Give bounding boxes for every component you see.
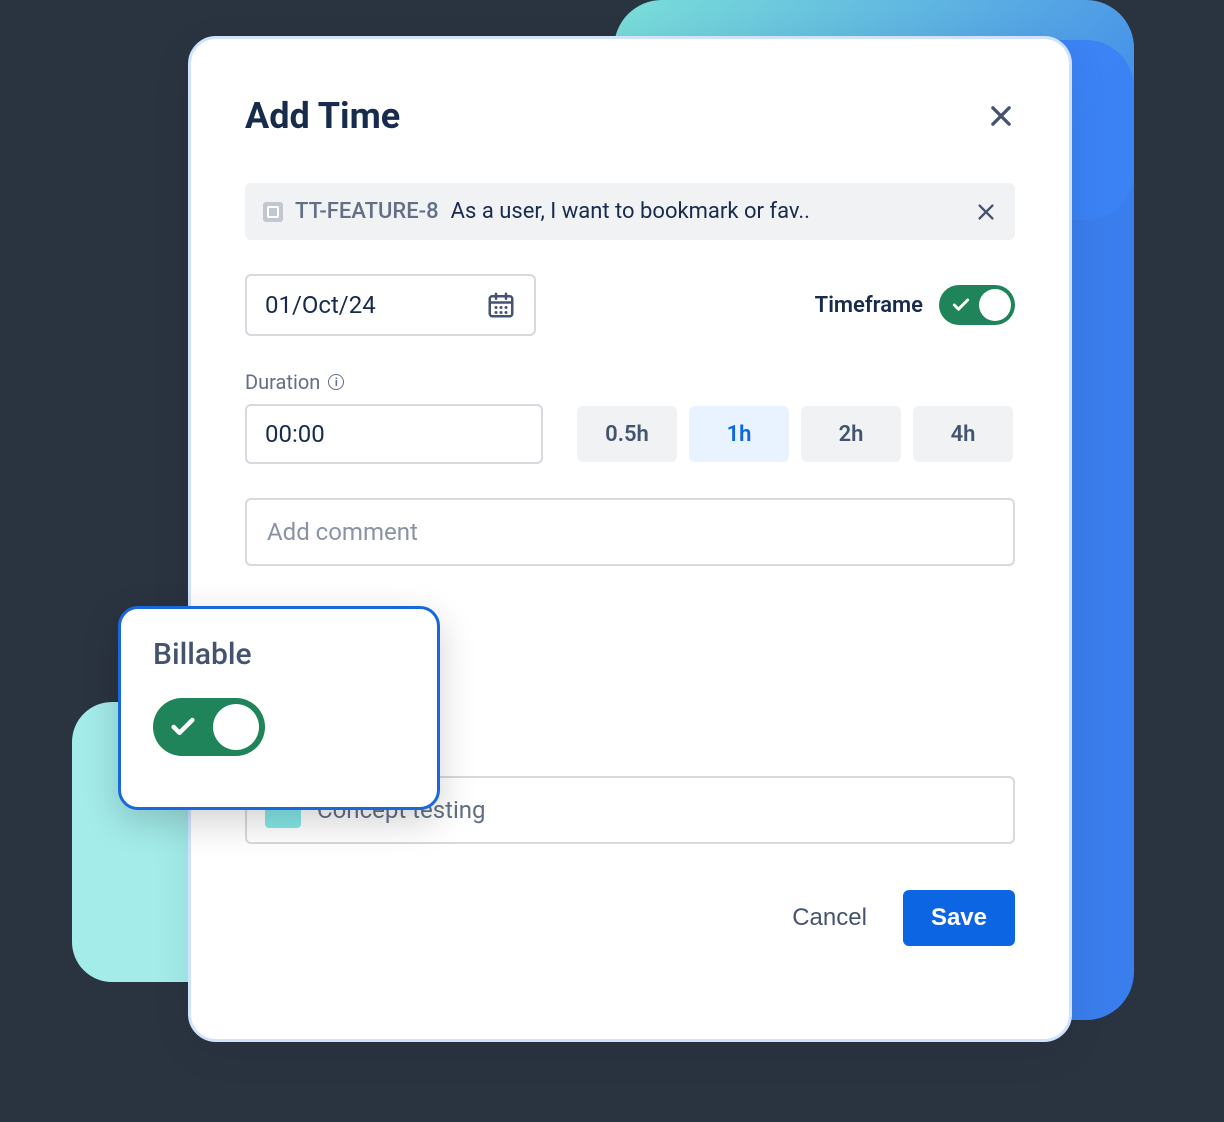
- info-icon[interactable]: i: [328, 374, 344, 390]
- date-timeframe-row: 01/Oct/24 Timeframe: [245, 274, 1015, 336]
- duration-label: Duration: [245, 370, 320, 394]
- task-summary: As a user, I want to bookmark or fav..: [451, 199, 963, 224]
- modal-footer: Cancel Save: [245, 890, 1015, 946]
- billable-card: Billable: [118, 606, 440, 810]
- date-value: 01/Oct/24: [265, 291, 376, 319]
- task-selector[interactable]: TT-FEATURE-8 As a user, I want to bookma…: [245, 183, 1015, 240]
- duration-input[interactable]: 00:00: [245, 404, 543, 464]
- comment-input[interactable]: Add comment: [245, 498, 1015, 566]
- calendar-icon: [486, 290, 516, 320]
- toggle-knob: [979, 289, 1011, 321]
- timeframe-group: Timeframe: [815, 285, 1015, 325]
- modal-header: Add Time: [245, 95, 1015, 137]
- date-picker[interactable]: 01/Oct/24: [245, 274, 536, 336]
- check-icon: [169, 713, 197, 741]
- preset-4h[interactable]: 4h: [913, 406, 1013, 462]
- add-time-modal: Add Time TT-FEATURE-8 As a user, I want …: [188, 36, 1072, 1042]
- preset-1h[interactable]: 1h: [689, 406, 789, 462]
- timeframe-toggle[interactable]: [939, 285, 1015, 325]
- billable-title: Billable: [153, 637, 405, 672]
- duration-row: 00:00 0.5h 1h 2h 4h: [245, 404, 1015, 464]
- check-icon: [951, 295, 971, 315]
- close-icon[interactable]: [987, 102, 1015, 130]
- save-button[interactable]: Save: [903, 890, 1015, 946]
- duration-label-row: Duration i: [245, 370, 1015, 394]
- modal-title: Add Time: [245, 95, 400, 137]
- timeframe-label: Timeframe: [815, 293, 923, 318]
- cancel-button[interactable]: Cancel: [792, 904, 867, 932]
- preset-0-5h[interactable]: 0.5h: [577, 406, 677, 462]
- toggle-knob: [213, 704, 259, 750]
- preset-2h[interactable]: 2h: [801, 406, 901, 462]
- duration-presets: 0.5h 1h 2h 4h: [577, 406, 1013, 462]
- task-key: TT-FEATURE-8: [295, 199, 439, 224]
- issue-type-icon: [263, 202, 283, 222]
- clear-task-icon[interactable]: [975, 201, 997, 223]
- billable-toggle[interactable]: [153, 698, 265, 756]
